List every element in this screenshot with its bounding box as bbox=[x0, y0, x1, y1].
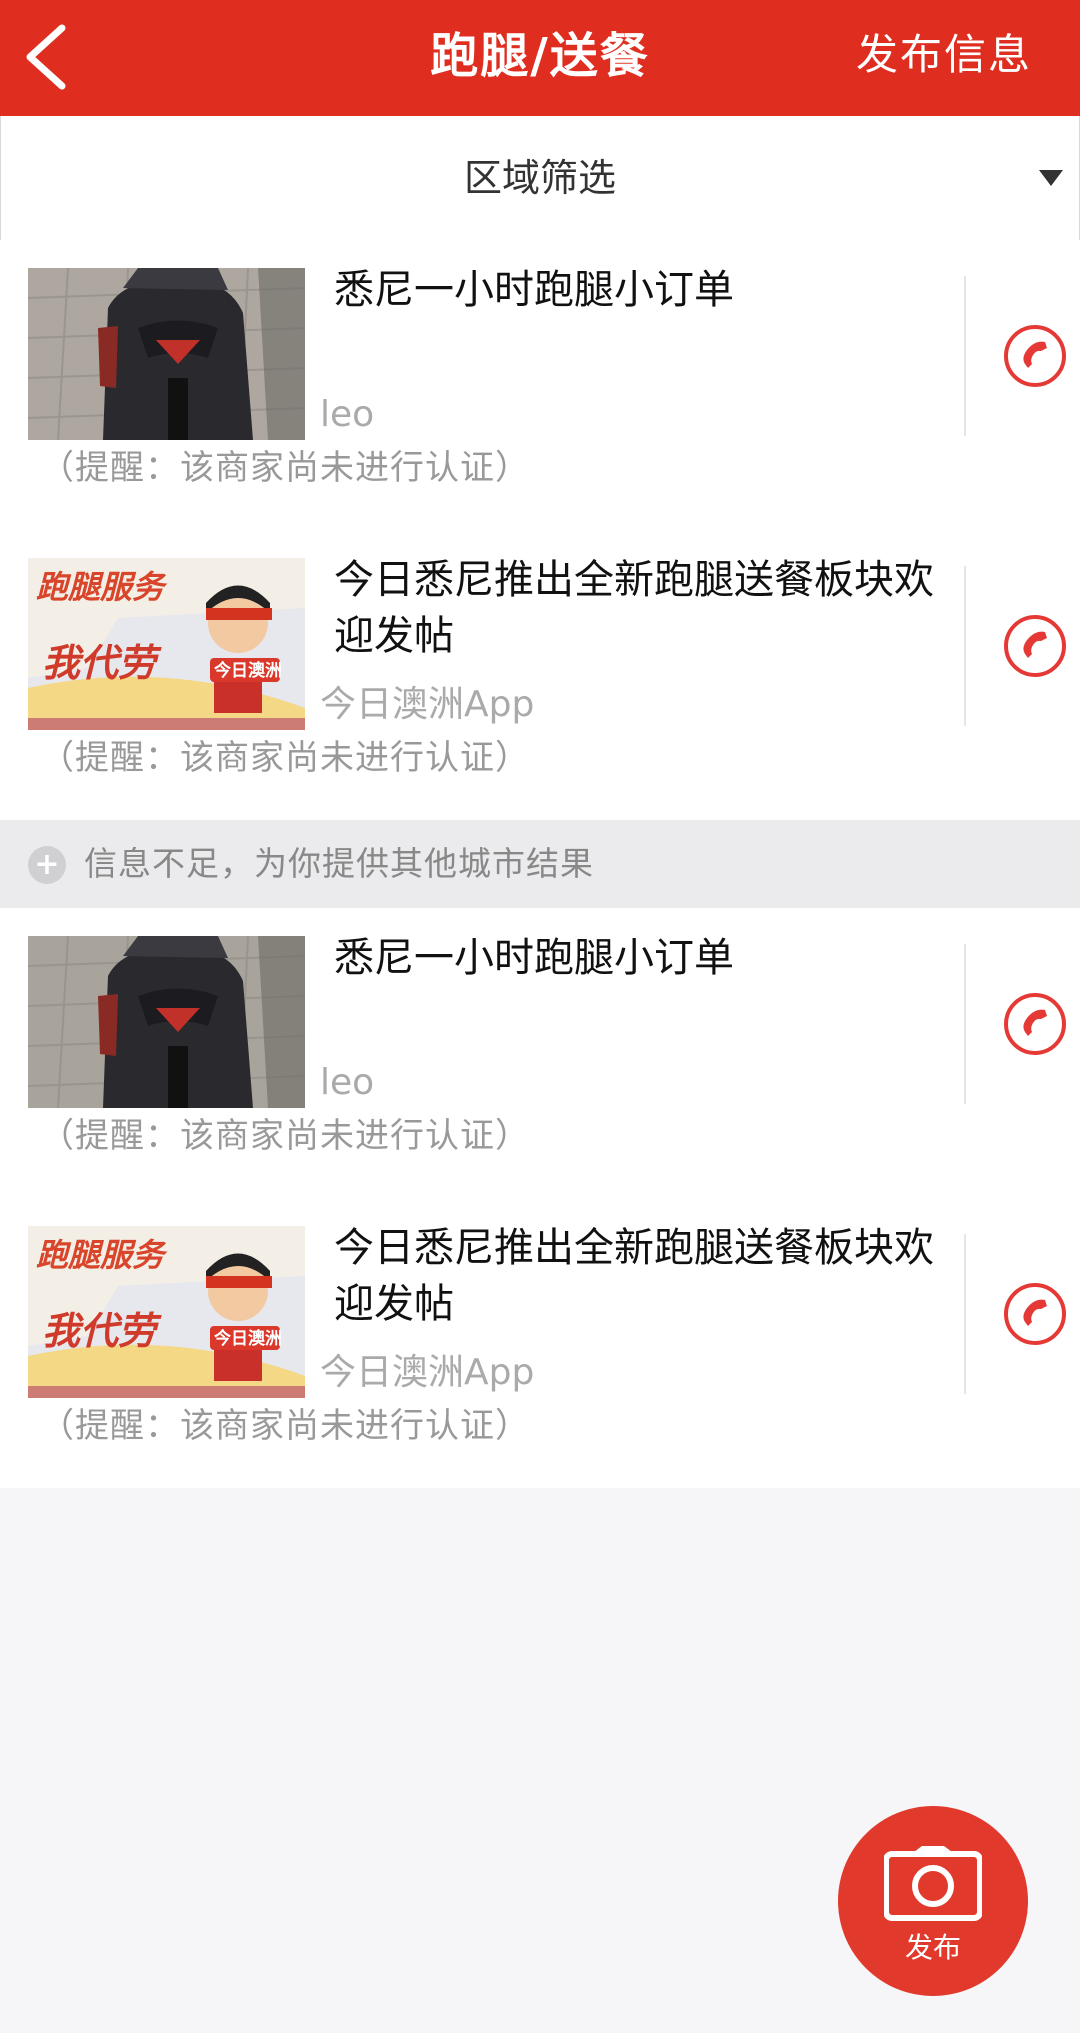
phone-icon bbox=[1004, 1283, 1066, 1345]
publish-fab[interactable]: 发布 bbox=[838, 1806, 1028, 1996]
list-item[interactable]: 悉尼一小时跑腿小订单 leo （提醒：该商家尚未进行认证） bbox=[0, 240, 1080, 530]
scooter-thumbnail bbox=[28, 268, 305, 440]
listing-author: leo bbox=[320, 1062, 375, 1103]
svg-text:我代劳: 我代劳 bbox=[42, 643, 162, 685]
listing-title: 今日悉尼推出全新跑腿送餐板块欢迎发帖 bbox=[334, 1225, 934, 1327]
call-button[interactable] bbox=[1003, 324, 1067, 388]
plus-circle-icon: + bbox=[28, 846, 66, 884]
scooter-thumbnail bbox=[28, 936, 305, 1108]
call-button[interactable] bbox=[1003, 614, 1067, 678]
notice-text: 信息不足，为你提供其他城市结果 bbox=[84, 844, 594, 883]
publish-fab-label: 发布 bbox=[904, 1931, 961, 1964]
verification-note: （提醒：该商家尚未进行认证） bbox=[40, 1116, 530, 1156]
errand-service-thumbnail: 跑腿服务 我代劳 今日澳洲 bbox=[28, 1226, 305, 1398]
triangle-down-icon bbox=[1039, 170, 1063, 186]
camera-icon bbox=[884, 1846, 982, 1921]
listing-author: 今日澳洲App bbox=[320, 684, 535, 725]
svg-text:跑腿服务: 跑腿服务 bbox=[36, 1237, 168, 1273]
divider bbox=[964, 944, 966, 1104]
app-header: 跑腿/送餐 发布信息 bbox=[0, 0, 1080, 116]
divider bbox=[964, 566, 966, 726]
svg-text:今日澳洲: 今日澳洲 bbox=[214, 660, 282, 680]
listing-title: 今日悉尼推出全新跑腿送餐板块欢迎发帖 bbox=[334, 557, 934, 659]
phone-icon bbox=[1004, 615, 1066, 677]
phone-icon bbox=[1004, 325, 1066, 387]
divider bbox=[964, 1234, 966, 1394]
listing-author: 今日澳洲App bbox=[320, 1352, 535, 1393]
svg-text:今日澳洲: 今日澳洲 bbox=[214, 1328, 282, 1348]
listing-title: 悉尼一小时跑腿小订单 bbox=[334, 935, 734, 981]
errand-service-thumbnail: 跑腿服务 我代劳 今日澳洲 bbox=[28, 558, 305, 730]
publish-info-button[interactable]: 发布信息 bbox=[856, 0, 1032, 116]
call-button[interactable] bbox=[1003, 992, 1067, 1056]
other-city-listing-list: 悉尼一小时跑腿小订单 leo （提醒：该商家尚未进行认证） 跑腿服务 我代劳 今… bbox=[0, 908, 1080, 1488]
listing-author: leo bbox=[320, 394, 375, 435]
listing-title: 悉尼一小时跑腿小订单 bbox=[334, 267, 734, 313]
list-item[interactable]: 悉尼一小时跑腿小订单 leo （提醒：该商家尚未进行认证） bbox=[0, 908, 1080, 1198]
divider bbox=[964, 276, 966, 436]
svg-text:我代劳: 我代劳 bbox=[42, 1311, 162, 1353]
verification-note: （提醒：该商家尚未进行认证） bbox=[40, 738, 530, 778]
listing-list: 悉尼一小时跑腿小订单 leo （提醒：该商家尚未进行认证） 跑腿服务 我代劳 今… bbox=[0, 240, 1080, 820]
region-filter-label: 区域筛选 bbox=[463, 156, 616, 200]
other-cities-notice: + 信息不足，为你提供其他城市结果 bbox=[0, 820, 1080, 908]
phone-icon bbox=[1004, 993, 1066, 1055]
region-filter[interactable]: 区域筛选 bbox=[0, 116, 1080, 241]
verification-note: （提醒：该商家尚未进行认证） bbox=[40, 448, 530, 488]
list-item[interactable]: 跑腿服务 我代劳 今日澳洲 今日悉尼推出全新跑腿送餐板块欢迎发帖 今日澳洲App… bbox=[0, 1198, 1080, 1488]
svg-text:跑腿服务: 跑腿服务 bbox=[36, 569, 168, 605]
list-item[interactable]: 跑腿服务 我代劳 今日澳洲 今日悉尼推出全新跑腿送餐板块欢迎发帖 今日澳洲App… bbox=[0, 530, 1080, 820]
verification-note: （提醒：该商家尚未进行认证） bbox=[40, 1406, 530, 1446]
call-button[interactable] bbox=[1003, 1282, 1067, 1346]
